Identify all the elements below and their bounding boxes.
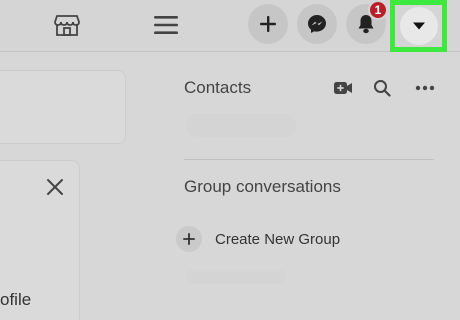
search-icon[interactable] (371, 78, 393, 98)
account-highlight-box (390, 0, 447, 52)
group-placeholder (186, 270, 286, 284)
group-conversations-heading: Group conversations (184, 177, 341, 196)
contacts-heading: Contacts (184, 78, 252, 97)
messenger-icon (308, 15, 326, 33)
top-navigation-bar: 1 (0, 0, 460, 52)
section-divider (184, 159, 434, 160)
profile-label-fragment: ofile (0, 290, 32, 309)
create-new-group-button[interactable]: Create New Group (176, 224, 366, 254)
store-icon[interactable] (50, 10, 84, 40)
hamburger-menu-icon[interactable] (149, 10, 183, 40)
notifications-count-badge: 1 (368, 0, 388, 20)
caret-down-icon (412, 22, 425, 30)
close-icon[interactable] (44, 176, 66, 198)
account-menu-button[interactable] (399, 7, 438, 45)
plus-icon (176, 226, 202, 252)
create-new-group-label: Create New Group (215, 230, 341, 248)
contact-placeholder (186, 115, 296, 137)
story-card (0, 70, 126, 144)
more-horizontal-icon[interactable] (414, 78, 436, 98)
plus-icon (260, 16, 276, 32)
create-button[interactable] (248, 4, 288, 44)
messenger-button[interactable] (297, 4, 337, 44)
video-plus-icon[interactable] (332, 78, 354, 98)
